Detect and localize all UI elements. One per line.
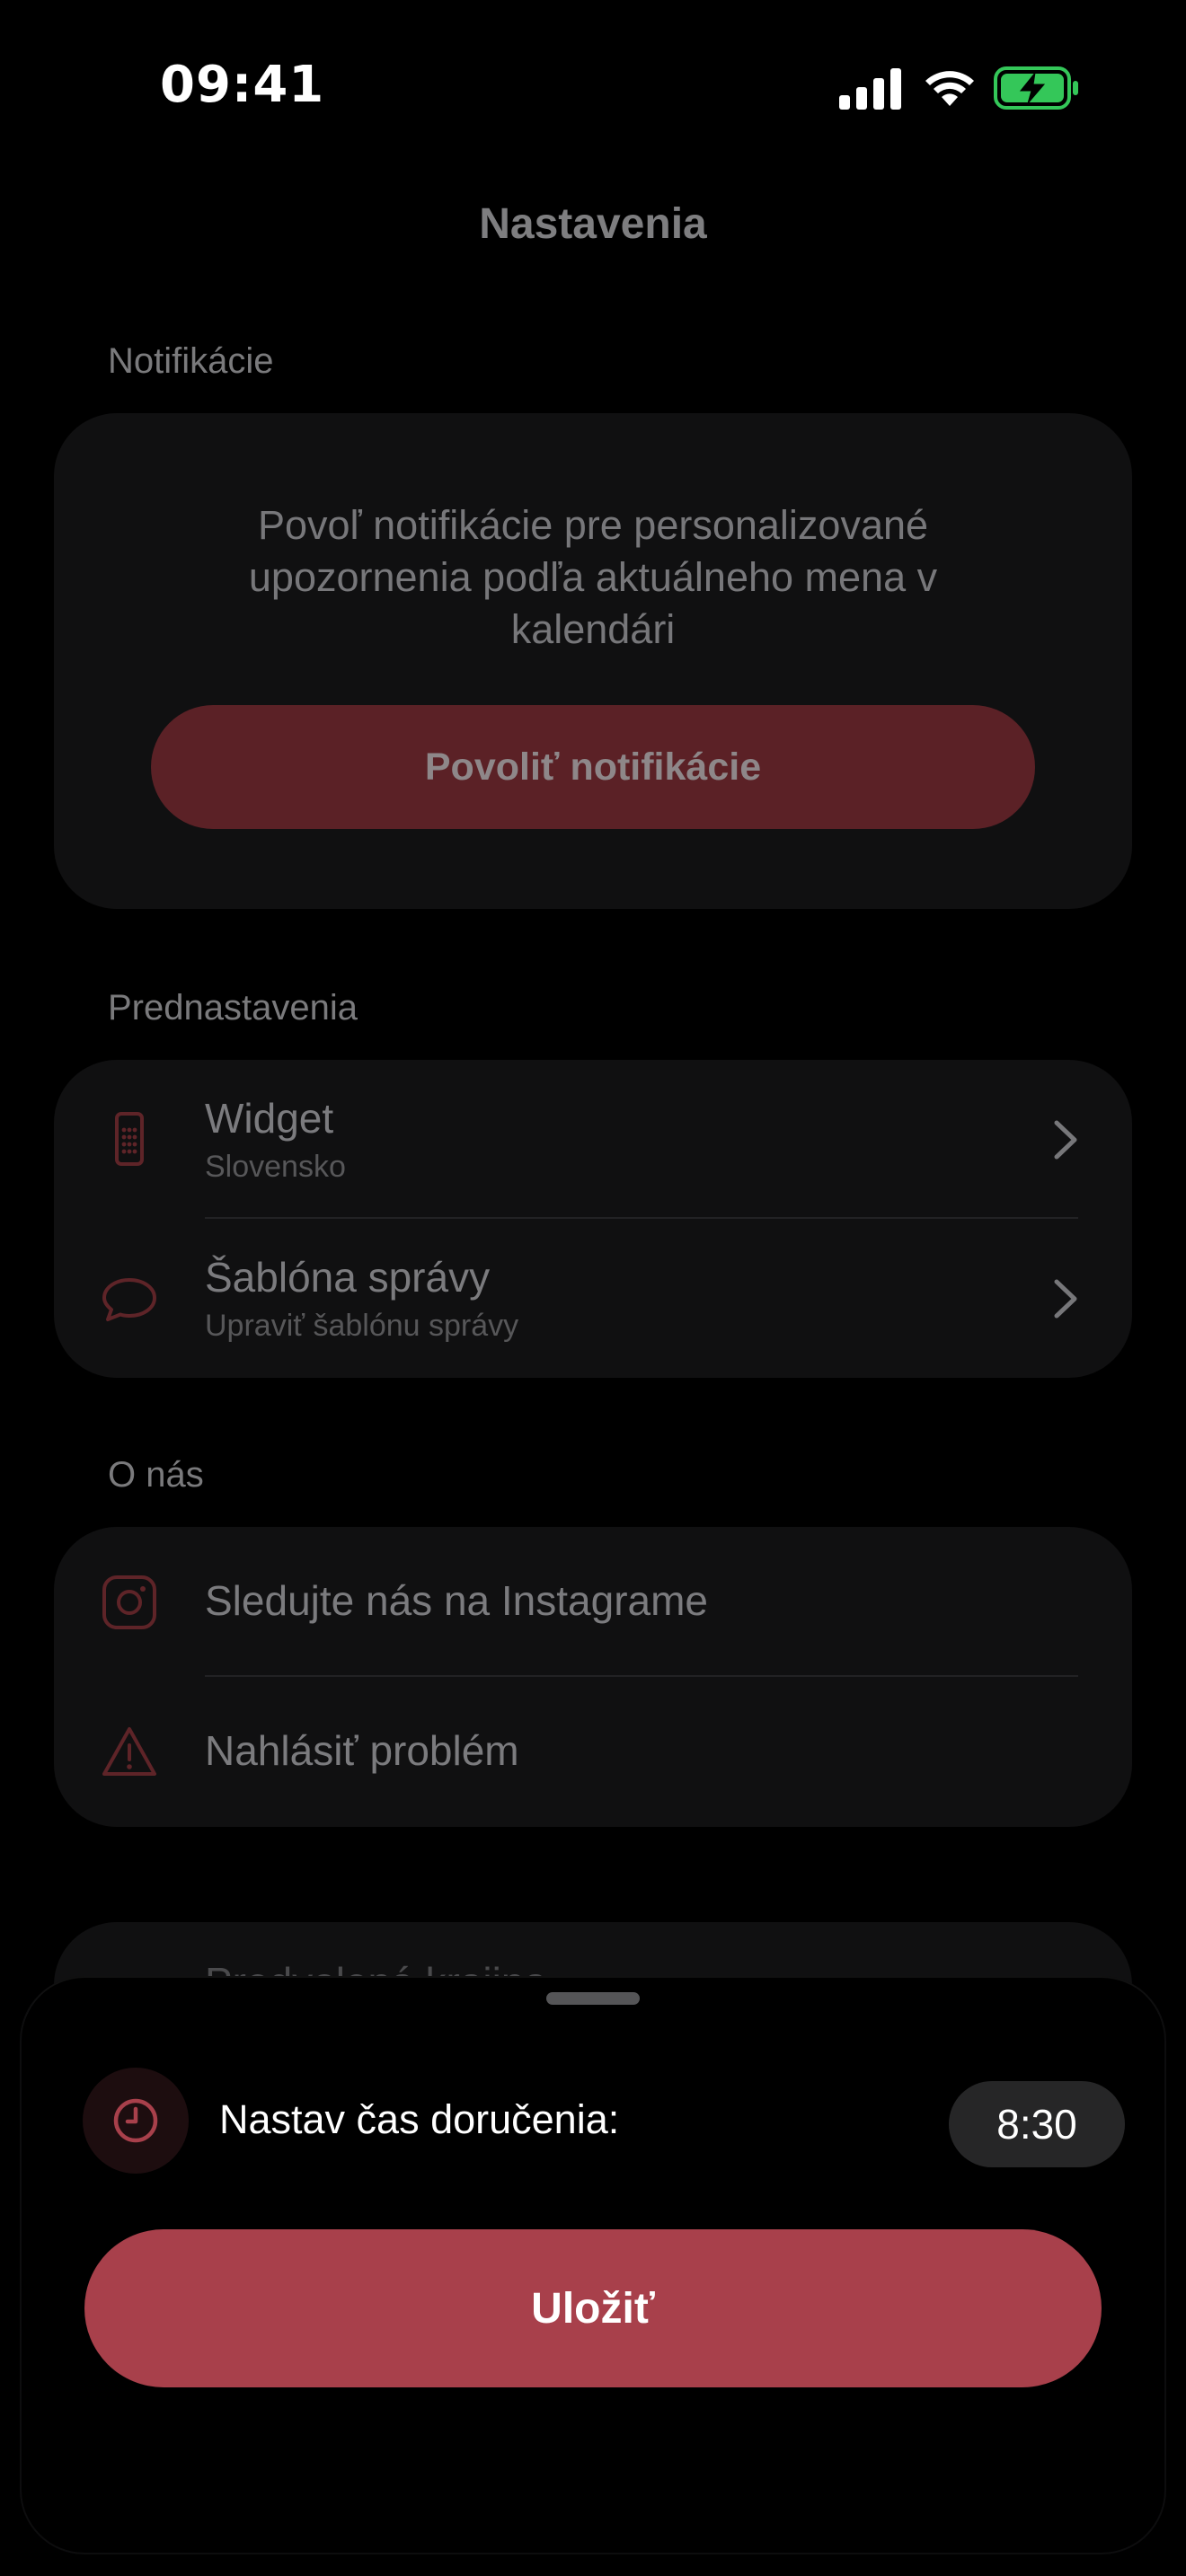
- row-message-template[interactable]: Šablóna správy Upraviť šablónu správy: [54, 1219, 1132, 1378]
- phone-icon: [115, 1112, 144, 1166]
- about-card: Sledujte nás na Instagrame Nahlásiť prob…: [54, 1527, 1132, 1827]
- delivery-time-label: Nastav čas doručenia:: [219, 2096, 620, 2142]
- speech-bubble-icon: [102, 1278, 156, 1321]
- row-message-template-title: Šablóna správy: [205, 1254, 491, 1301]
- section-label-about: O nás: [108, 1455, 204, 1495]
- save-button[interactable]: Uložiť: [84, 2229, 1102, 2387]
- battery-charging-icon: [994, 66, 1078, 110]
- row-widget-subtitle: Slovensko: [205, 1150, 346, 1184]
- instagram-icon: [102, 1575, 156, 1629]
- row-instagram-title: Sledujte nás na Instagrame: [205, 1577, 709, 1624]
- page-title: Nastavenia: [479, 200, 707, 248]
- row-report-problem[interactable]: Nahlásiť problém: [54, 1677, 1132, 1827]
- status-icons: [839, 63, 1082, 113]
- delivery-time-picker[interactable]: 8:30: [949, 2081, 1125, 2167]
- status-bar: 09:41: [0, 0, 1186, 171]
- settings-screen: 09:41 Nastavenia Notifikácie Povoľ notif…: [0, 0, 1186, 2576]
- row-report-problem-title: Nahlásiť problém: [205, 1727, 519, 1774]
- section-label-notifications: Notifikácie: [108, 341, 274, 381]
- notifications-card: Povoľ notifikácie pre personalizované up…: [54, 413, 1132, 909]
- status-time: 09:41: [160, 56, 325, 114]
- sheet-grabber[interactable]: [546, 1992, 640, 2005]
- clock-badge: [83, 2068, 189, 2174]
- cellular-signal-icon: [839, 68, 901, 110]
- delivery-time-sheet: Nastav čas doručenia: 8:30 Uložiť: [22, 1978, 1164, 2553]
- row-instagram[interactable]: Sledujte nás na Instagrame: [54, 1527, 1132, 1676]
- warning-icon: [102, 1727, 156, 1776]
- notifications-description: Povoľ notifikácie pre personalizované up…: [248, 502, 938, 652]
- section-label-presets: Prednastavenia: [108, 988, 358, 1028]
- presets-card: Widget Slovensko Šablóna správy Upraviť …: [54, 1060, 1132, 1378]
- row-widget[interactable]: Widget Slovensko: [54, 1060, 1132, 1218]
- clock-icon: [113, 2098, 158, 2143]
- row-widget-title: Widget: [205, 1095, 334, 1142]
- wifi-icon: [925, 71, 974, 106]
- row-message-template-subtitle: Upraviť šablónu správy: [205, 1309, 519, 1343]
- enable-notifications-button[interactable]: Povoliť notifikácie: [151, 705, 1035, 829]
- chevron-right-icon: [1054, 1279, 1077, 1319]
- chevron-right-icon: [1054, 1120, 1077, 1160]
